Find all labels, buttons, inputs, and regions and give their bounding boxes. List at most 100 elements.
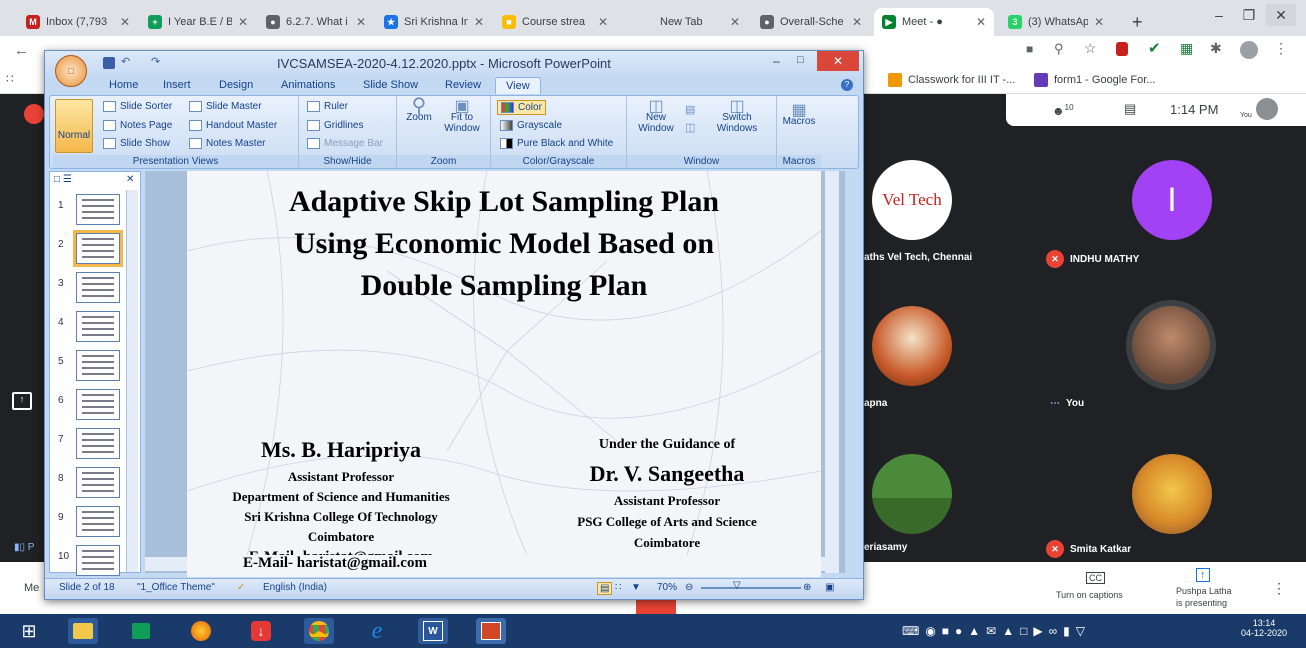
slide-scrollbar[interactable]: [825, 171, 839, 573]
camera-icon[interactable]: ■: [1026, 42, 1033, 56]
star-icon[interactable]: ☆: [1084, 40, 1097, 57]
ribbon-tab-insert[interactable]: Insert: [163, 79, 191, 91]
arrange-icon[interactable]: ▤: [685, 103, 695, 116]
bookmark-form1[interactable]: form1 - Google For...: [1034, 73, 1155, 87]
slide-master-button[interactable]: Slide Master: [189, 101, 262, 112]
slide-thumbnail[interactable]: [76, 272, 120, 303]
thumbs-scrollbar[interactable]: [126, 190, 138, 572]
people-icon[interactable]: ☻10: [1052, 103, 1074, 118]
cascade-icon[interactable]: ◫: [685, 121, 695, 134]
zoom-slider-thumb[interactable]: ▽: [733, 580, 741, 591]
tab-close-icon[interactable]: ✕: [976, 15, 986, 29]
normal-view-button[interactable]: Normal: [55, 99, 93, 153]
powerpoint-taskbar-icon[interactable]: [476, 618, 506, 644]
extension-red-icon[interactable]: [1116, 42, 1128, 56]
tab-close-icon[interactable]: ✕: [598, 15, 608, 29]
browser-tab[interactable]: ● 6.2.7. What i ✕: [258, 8, 374, 36]
file-explorer-icon[interactable]: [68, 618, 98, 644]
start-button[interactable]: ⊞: [14, 618, 44, 644]
slide-thumbnail[interactable]: [76, 467, 120, 498]
puzzle-icon[interactable]: ✱: [1210, 40, 1222, 57]
browser-tab[interactable]: ● Overall-Sche ✕: [752, 8, 870, 36]
redo-icon[interactable]: ↷: [151, 55, 160, 68]
meeting-details-label[interactable]: Me: [24, 582, 39, 594]
tab-close-icon[interactable]: ✕: [852, 15, 862, 29]
sorter-view-status-icon[interactable]: ∷: [615, 582, 621, 593]
macros-button[interactable]: ▦ Macros: [779, 103, 819, 128]
black-white-button[interactable]: Pure Black and White: [500, 138, 613, 149]
zoom-slider[interactable]: [701, 587, 801, 589]
browser-tab[interactable]: ■ Course strea ✕: [494, 8, 616, 36]
present-icon[interactable]: ↑: [12, 392, 32, 410]
apps-icon[interactable]: ∷: [6, 72, 14, 86]
tab-close-icon[interactable]: ✕: [1094, 15, 1104, 29]
word-icon[interactable]: W: [418, 618, 448, 644]
browser-tab[interactable]: M Inbox (7,793 ✕: [18, 8, 138, 36]
captions-icon[interactable]: CC: [1086, 572, 1105, 584]
tab-close-icon[interactable]: ✕: [120, 15, 130, 29]
profile-avatar[interactable]: [1240, 41, 1258, 59]
new-window-button[interactable]: ◫ New Window: [633, 99, 679, 135]
browser-tab[interactable]: New Tab ✕: [632, 8, 748, 36]
ppt-minimize-icon[interactable]: –: [773, 54, 780, 68]
store-icon[interactable]: [126, 618, 156, 644]
ribbon-tab-slide-show[interactable]: Slide Show: [363, 79, 418, 91]
download-app-icon[interactable]: ↓: [246, 618, 276, 644]
ribbon-tab-design[interactable]: Design: [219, 79, 253, 91]
minimize-icon[interactable]: –: [1204, 4, 1234, 26]
taskbar-clock[interactable]: 13:14 04-12-2020: [1238, 618, 1290, 638]
save-icon[interactable]: [103, 57, 115, 69]
slide-thumbnail[interactable]: [76, 389, 120, 420]
tab-close-icon[interactable]: ✕: [356, 15, 366, 29]
help-icon[interactable]: ?: [841, 79, 853, 91]
fit-slide-icon[interactable]: ▣: [825, 582, 834, 593]
office-button[interactable]: □: [55, 55, 87, 87]
menu-icon[interactable]: ⋮: [1274, 40, 1288, 57]
color-button[interactable]: Color: [497, 100, 546, 115]
browser-tab[interactable]: 3 (3) WhatsAp ✕: [1000, 8, 1112, 36]
undo-icon[interactable]: ↶: [121, 55, 130, 68]
slides-tab-icon[interactable]: □ ☰: [54, 174, 72, 185]
switch-windows-button[interactable]: ◫ Switch Windows: [709, 99, 765, 135]
slide-thumbnail[interactable]: [76, 545, 120, 576]
gridlines-checkbox[interactable]: Gridlines: [307, 120, 363, 131]
slide-thumbnail[interactable]: [76, 194, 120, 225]
notes-master-button[interactable]: Notes Master: [189, 138, 265, 149]
notes-page-button[interactable]: Notes Page: [103, 120, 172, 131]
message-bar-checkbox[interactable]: Message Bar: [307, 138, 383, 149]
normal-view-status-icon[interactable]: ▤: [597, 582, 613, 595]
handout-master-button[interactable]: Handout Master: [189, 120, 277, 131]
browser-tab[interactable]: + I Year B.E / B ✕: [140, 8, 256, 36]
slide-thumbnail[interactable]: [76, 350, 120, 381]
tab-close-icon[interactable]: ✕: [238, 15, 248, 29]
zoom-in-icon[interactable]: ⊕: [803, 582, 811, 593]
browser-tab[interactable]: ★ Sri Krishna In ✕: [376, 8, 492, 36]
firefox-icon[interactable]: [186, 618, 216, 644]
ribbon-tab-review[interactable]: Review: [445, 79, 481, 91]
tray-icons[interactable]: ⌨◉■●▲✉▲□▶∞▮▽: [902, 624, 1091, 638]
spellcheck-icon[interactable]: ✓: [237, 582, 245, 593]
ribbon-tab-home[interactable]: Home: [109, 79, 138, 91]
slide-thumbnail[interactable]: [76, 506, 120, 537]
ruler-checkbox[interactable]: Ruler: [307, 101, 348, 112]
chrome-icon[interactable]: [304, 618, 334, 644]
more-icon[interactable]: ⋯: [1050, 398, 1060, 409]
restore-icon[interactable]: ❐: [1234, 4, 1264, 26]
slide-thumbnail[interactable]: [76, 428, 120, 459]
zoom-out-icon[interactable]: ⊖: [685, 582, 693, 593]
slide-thumbnail[interactable]: [73, 230, 123, 267]
sheets-icon[interactable]: ▦: [1180, 40, 1193, 57]
slideshow-status-icon[interactable]: ▼: [631, 582, 641, 593]
back-icon[interactable]: ←: [14, 42, 29, 59]
ppt-close-icon[interactable]: ✕: [817, 51, 859, 71]
zoom-button[interactable]: ⚲ Zoom: [401, 96, 437, 123]
chat-icon[interactable]: ▤: [1124, 101, 1136, 117]
close-pane-icon[interactable]: ✕: [126, 174, 134, 185]
grayscale-button[interactable]: Grayscale: [500, 120, 562, 131]
tab-close-icon[interactable]: ✕: [730, 15, 740, 29]
fit-to-window-button[interactable]: ▣ Fit to Window: [439, 99, 485, 135]
ribbon-tab-animations[interactable]: Animations: [281, 79, 335, 91]
status-language[interactable]: English (India): [263, 582, 327, 593]
ppt-maximize-icon[interactable]: □: [797, 54, 804, 66]
ie-icon[interactable]: e: [362, 618, 392, 644]
